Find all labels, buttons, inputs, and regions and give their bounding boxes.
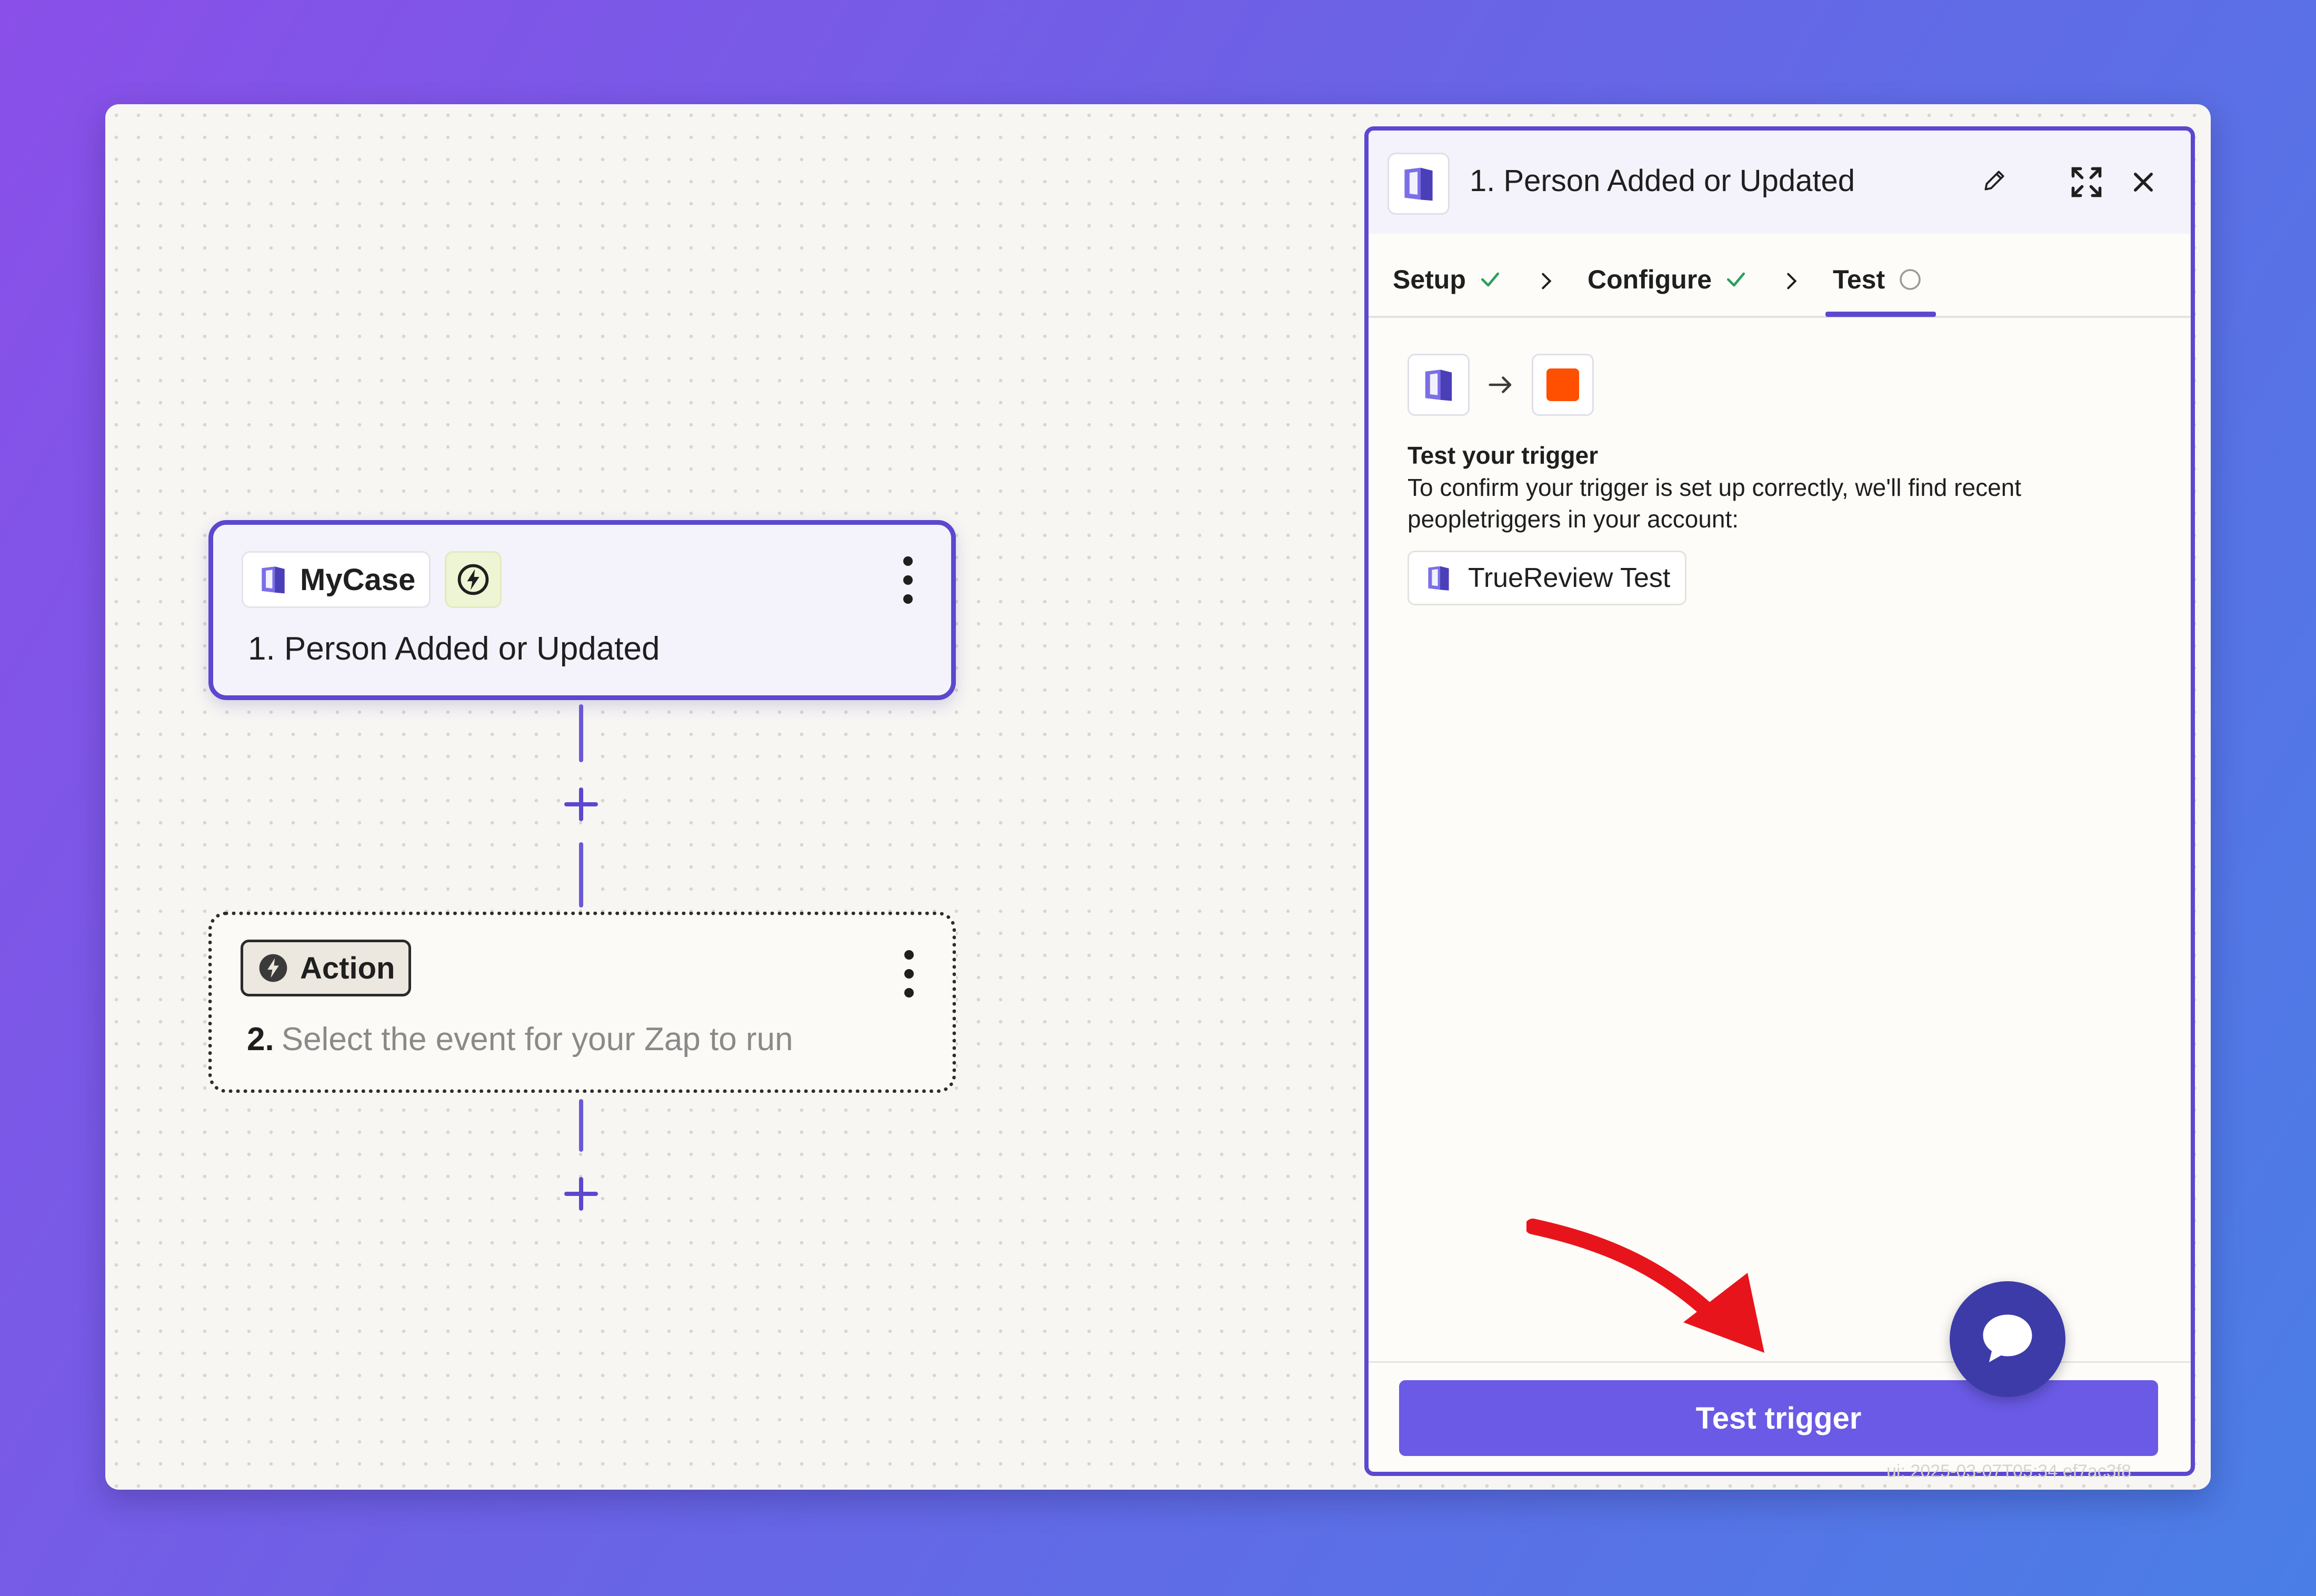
account-name: TrueReview Test [1468, 563, 1671, 593]
tab-setup[interactable]: Setup [1393, 264, 1502, 295]
check-icon [1481, 272, 1499, 287]
mycase-book-icon [1428, 566, 1449, 591]
connector-line [579, 1099, 583, 1152]
add-step-plus-icon[interactable] [561, 784, 601, 824]
chevron-right-icon [1787, 273, 1797, 290]
chevron-right-icon [1542, 273, 1552, 290]
zapier-app-icon [1532, 354, 1594, 416]
lightning-bolt-icon [457, 564, 489, 595]
tab-setup-label: Setup [1393, 265, 1466, 294]
arrow-right-icon [1489, 376, 1512, 393]
action-label: Action [300, 951, 395, 985]
zapier-square-icon [1546, 368, 1579, 401]
trigger-more-menu-icon[interactable] [902, 556, 914, 604]
trigger-flow-icons [1407, 354, 1594, 416]
test-heading: Test your trigger [1407, 442, 1599, 469]
test-trigger-button[interactable]: Test trigger [1399, 1380, 2158, 1456]
action-bolt-icon [259, 954, 287, 982]
trigger-step-card[interactable]: MyCase 1. Person Added or Updated [208, 520, 956, 700]
add-step-plus-icon[interactable] [561, 1174, 601, 1214]
tab-configure[interactable]: Configure [1588, 264, 1748, 295]
check-icon [1727, 272, 1745, 287]
action-pill: Action [241, 940, 412, 996]
action-step-number: 2. [247, 1021, 274, 1058]
action-more-menu-icon[interactable] [903, 950, 915, 998]
panel-title[interactable]: 1. Person Added or Updated [1470, 163, 1855, 198]
mycase-book-icon [1425, 370, 1452, 401]
tab-test-label: Test [1833, 265, 1885, 294]
chat-widget-button[interactable] [1950, 1281, 2065, 1397]
edit-pencil-icon[interactable] [1981, 167, 2008, 194]
tab-configure-label: Configure [1588, 265, 1712, 294]
step-tabs: Setup Configure Test [1369, 234, 2191, 318]
mycase-book-icon [262, 566, 285, 594]
panel-app-icon [1387, 153, 1450, 215]
expand-icon[interactable] [2069, 164, 2104, 200]
panel-header: 1. Person Added or Updated [1369, 131, 2191, 234]
account-pill: TrueReview Test [1407, 551, 1687, 605]
mycase-book-icon [1404, 167, 1433, 201]
action-step-card[interactable]: Action 2. Select the event for your Zap t… [208, 912, 956, 1093]
step-detail-panel: 1. Person Added or Updated Setup Configu… [1364, 126, 2195, 1476]
close-icon[interactable] [2130, 168, 2157, 196]
editor-window: MyCase 1. Person Added or Updated Action… [105, 104, 2211, 1490]
pending-circle-icon [1900, 269, 1921, 290]
source-app-icon [1407, 354, 1470, 416]
trigger-badge [445, 551, 502, 608]
annotation-arrow-icon [1526, 1219, 1764, 1353]
action-step-title: 2. Select the event for your Zap to run [247, 1021, 793, 1058]
active-tab-indicator [1825, 312, 1936, 317]
panel-footer-divider [1369, 1361, 2191, 1363]
connector-line [579, 842, 583, 907]
trigger-app-pill: MyCase [242, 551, 431, 608]
action-step-placeholder: Select the event for your Zap to run [281, 1021, 793, 1058]
trigger-step-title: 1. Person Added or Updated [248, 631, 660, 667]
version-stamp: ui: 2025-03-07T05:34 ef7ac3f8 [1886, 1461, 2132, 1481]
trigger-app-name: MyCase [300, 562, 416, 597]
test-description: To confirm your trigger is set up correc… [1407, 474, 2022, 533]
chat-bubble-icon [1983, 1314, 2032, 1362]
tab-test[interactable]: Test [1833, 264, 1923, 295]
connector-line [579, 704, 583, 762]
